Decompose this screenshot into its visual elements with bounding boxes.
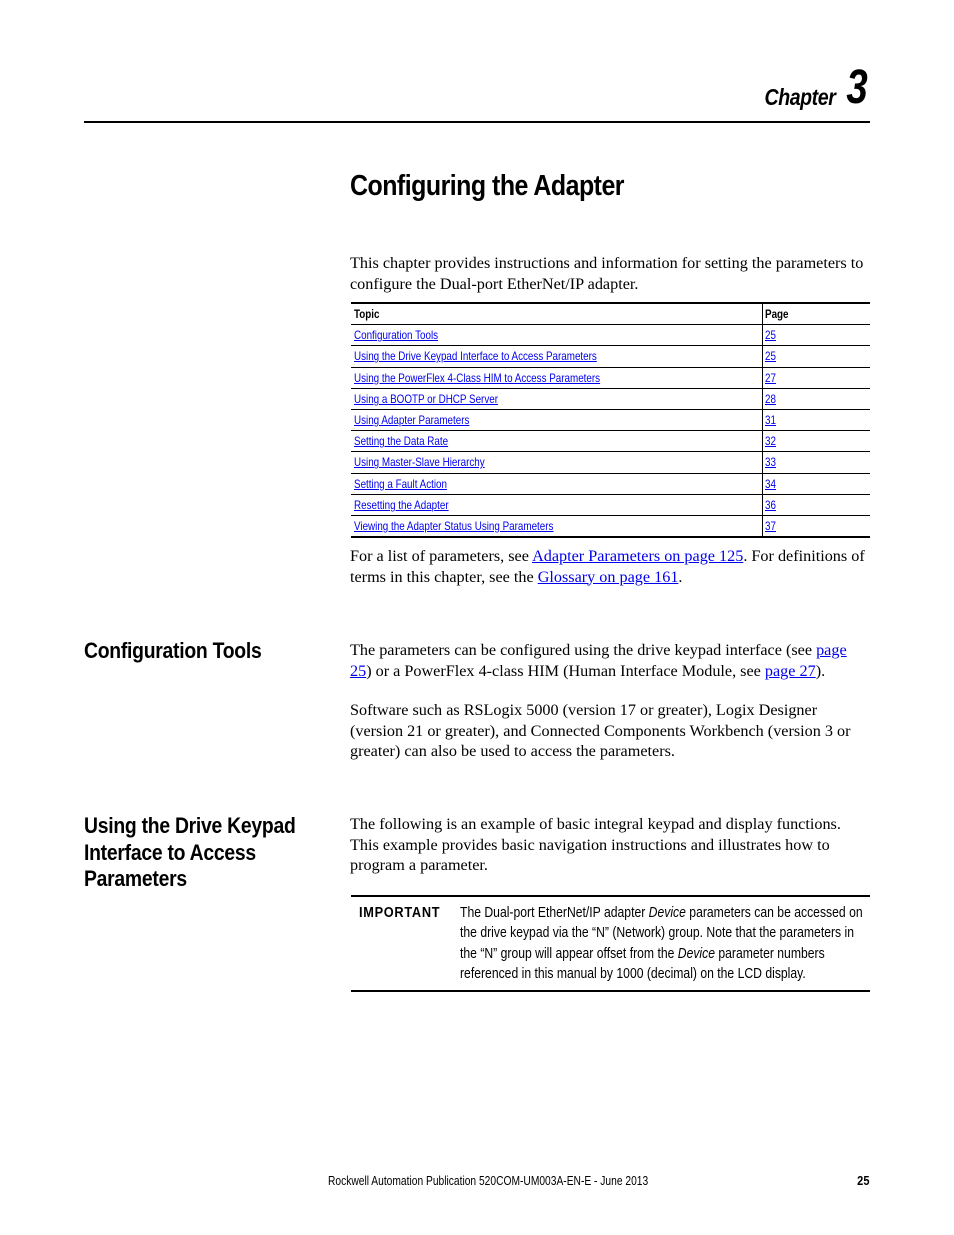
page-cell: 37 [763, 516, 870, 536]
topic-cell: Using Adapter Parameters [351, 409, 763, 431]
page-link[interactable]: 32 [765, 434, 776, 448]
p1-prefix: The parameters can be configured using t… [350, 641, 817, 659]
link-page-27[interactable]: page 27 [765, 662, 816, 680]
topic-link[interactable]: Setting a Fault Action [354, 477, 447, 491]
chapter-label: Chapter 3 [752, 64, 868, 112]
page-cell: 27 [763, 368, 870, 388]
p1-middle: ) or a PowerFlex 4-class HIM (Human Inte… [366, 661, 765, 680]
topic-link[interactable]: Viewing the Adapter Status Using Paramet… [354, 519, 553, 533]
topic-link[interactable]: Using Adapter Parameters [354, 413, 469, 427]
chapter-number: 3 [846, 61, 868, 114]
references-paragraph: For a list of parameters, see Adapter Pa… [350, 546, 870, 587]
topic-cell: Viewing the Adapter Status Using Paramet… [351, 515, 763, 537]
page-cell: 25 [763, 325, 870, 345]
important-emphasis: Device [677, 945, 716, 962]
references-suffix: . [678, 567, 683, 586]
references-prefix: For a list of parameters, see [350, 547, 533, 565]
footer-page-number: 25 [856, 1173, 869, 1188]
topic-cell: Using Master-Slave Hierarchy [351, 452, 763, 473]
topic-link[interactable]: Configuration Tools [354, 328, 438, 342]
topic-cell: Using a BOOTP or DHCP Server [351, 388, 763, 409]
topic-table-row: Setting the Data Rate 32 [351, 431, 870, 453]
page-cell: 36 [763, 495, 870, 515]
header-page-label: Page [765, 307, 789, 322]
topic-table-row: Viewing the Adapter Status Using Paramet… [351, 515, 870, 537]
page-link[interactable]: 31 [765, 413, 776, 427]
section-heading-drive-keypad: Using the Drive Keypad Interface to Acce… [84, 813, 296, 891]
topic-cell: Setting the Data Rate [351, 431, 763, 452]
footer-publication: Rockwell Automation Publication 520COM-U… [328, 1174, 649, 1188]
page-link[interactable]: 25 [765, 349, 776, 363]
page-link[interactable]: 34 [765, 477, 776, 491]
topic-table-row: Setting a Fault Action 34 [351, 473, 870, 495]
section-heading-configuration-tools: Configuration Tools [84, 638, 262, 663]
topic-link[interactable]: Using Master-Slave Hierarchy [354, 455, 485, 469]
important-emphasis: Device [648, 905, 686, 921]
topic-cell: Using the PowerFlex 4-Class HIM to Acces… [351, 367, 763, 388]
topic-link[interactable]: Resetting the Adapter [354, 498, 449, 512]
header-page: Page [763, 304, 870, 324]
intro-paragraph: This chapter provides instructions and i… [350, 254, 864, 293]
page-link[interactable]: 36 [765, 498, 776, 512]
page-link[interactable]: 27 [765, 371, 776, 385]
page-cell: 25 [763, 346, 870, 366]
topic-table-row: Using a BOOTP or DHCP Server 28 [351, 388, 870, 410]
page-title: Configuring the Adapter [350, 170, 625, 202]
topic-cell: Setting a Fault Action [351, 473, 763, 494]
page-cell: 31 [763, 410, 870, 430]
header-divider [84, 121, 870, 123]
topic-link[interactable]: Using the Drive Keypad Interface to Acce… [354, 349, 597, 363]
link-adapter-parameters[interactable]: Adapter Parameters on page 125 [532, 547, 743, 565]
topic-link[interactable]: Setting the Data Rate [354, 434, 448, 448]
drive-keypad-paragraph: The following is an example of basic int… [350, 815, 841, 874]
link-glossary[interactable]: Glossary on page 161 [538, 568, 679, 586]
topic-table-row: Using Adapter Parameters 31 [351, 409, 870, 432]
topic-table-row: Resetting the Adapter 36 [351, 494, 870, 516]
topic-cell: Configuration Tools [351, 325, 763, 346]
topic-table-header: Topic Page [351, 304, 870, 326]
important-text: The Dual-port EtherNet/IP adapter Device… [460, 903, 863, 985]
page-link[interactable]: 25 [765, 328, 776, 342]
configuration-tools-paragraph-1: The parameters can be configured using t… [350, 640, 870, 681]
page-cell: 28 [763, 389, 870, 409]
page-cell: 32 [763, 431, 870, 451]
topic-table: Topic Page Configuration Tools 25 Using th… [351, 302, 870, 539]
important-notice: IMPORTANT The Dual-port EtherNet/IP adap… [351, 895, 870, 992]
topic-table-row: Using the Drive Keypad Interface to Acce… [351, 346, 870, 368]
topic-table-row: Configuration Tools 25 [351, 325, 870, 347]
topic-link[interactable]: Using the PowerFlex 4-Class HIM to Acces… [354, 371, 600, 385]
page-link[interactable]: 28 [765, 392, 776, 406]
page-link[interactable]: 33 [765, 455, 776, 469]
topic-link[interactable]: Using a BOOTP or DHCP Server [354, 392, 498, 406]
header-topic-label: Topic [354, 307, 380, 322]
page-cell: 33 [763, 452, 870, 472]
topic-table-row: Using Master-Slave Hierarchy 33 [351, 452, 870, 474]
topic-cell: Using the Drive Keypad Interface to Acce… [351, 346, 763, 367]
topic-cell: Resetting the Adapter [351, 494, 763, 515]
chapter-word: Chapter [764, 84, 836, 110]
header-topic: Topic [351, 304, 763, 325]
important-text-part: The Dual-port EtherNet/IP adapter [460, 905, 649, 921]
p1-suffix: ). [815, 661, 826, 680]
topic-table-row: Using the PowerFlex 4-Class HIM to Acces… [351, 367, 870, 389]
configuration-tools-paragraph-2: Software such as RSLogix 5000 (version 1… [350, 701, 851, 760]
page-link[interactable]: 37 [765, 519, 776, 533]
page-cell: 34 [763, 474, 870, 494]
important-label: IMPORTANT [359, 905, 441, 921]
